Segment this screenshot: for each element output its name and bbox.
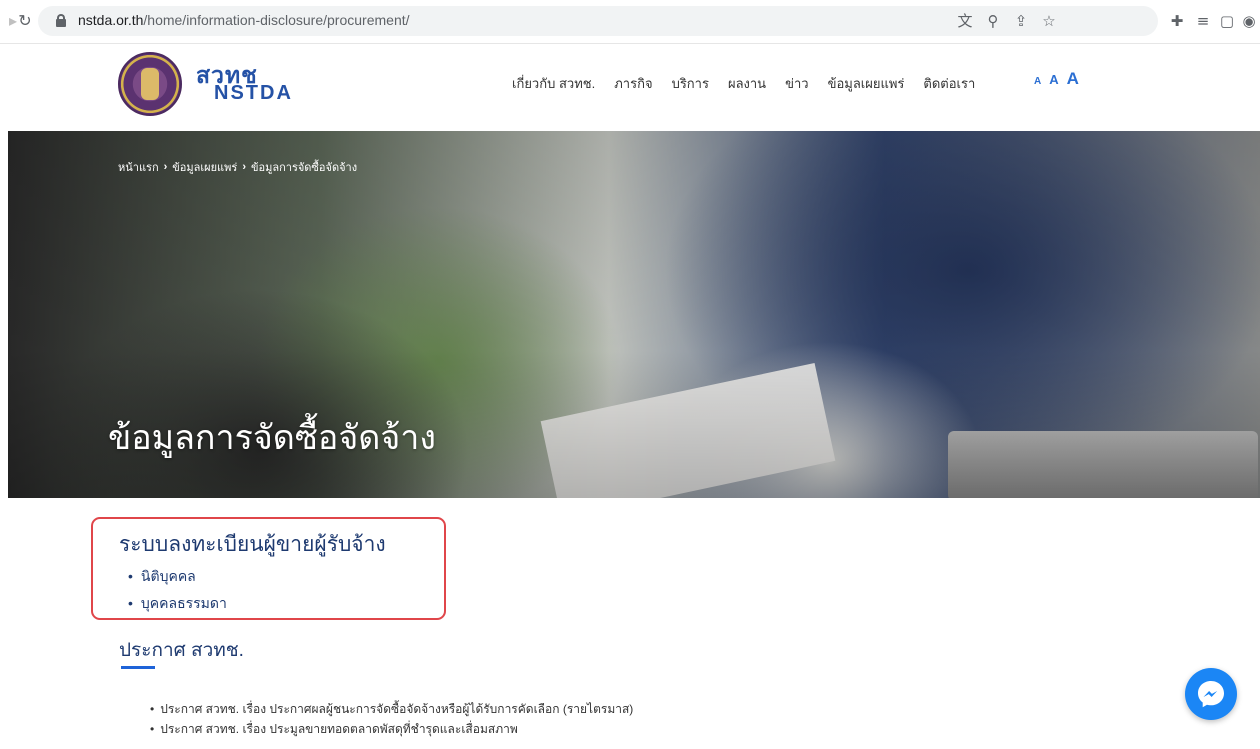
- announcement-item[interactable]: • ประกาศ สวทช. เรื่อง ประกาศผลผู้ชนะการจั…: [150, 700, 633, 719]
- bullet-icon: •: [150, 702, 155, 716]
- breadcrumb-current: ข้อมูลการจัดซื้อจัดจ้าง: [250, 162, 358, 174]
- breadcrumb: หน้าแรก › ข้อมูลเผยแพร่ › ข้อมูลการจัดซื…: [118, 158, 357, 176]
- share-icon[interactable]: ⇪: [1010, 10, 1032, 32]
- url-path: /home/information-disclosure/procurement…: [143, 12, 410, 28]
- translate-icon[interactable]: 文: [954, 10, 976, 32]
- vendor-registration-title: ระบบลงทะเบียนผู้ขายผู้รับจ้าง: [119, 533, 386, 556]
- breadcrumb-disclosure[interactable]: ข้อมูลเผยแพร่: [172, 158, 237, 176]
- font-size-medium-button[interactable]: A: [1049, 72, 1058, 87]
- bullet-icon: •: [128, 568, 133, 584]
- announcements-heading: ประกาศ สวทช.: [119, 640, 244, 661]
- font-size-small-button[interactable]: A: [1034, 76, 1041, 87]
- extensions-icon[interactable]: ✚: [1166, 10, 1188, 32]
- nstda-seal-logo[interactable]: [118, 52, 182, 116]
- zoom-icon[interactable]: ⚲: [982, 10, 1004, 32]
- font-size-large-button[interactable]: A: [1067, 69, 1079, 89]
- main-navigation: เกี่ยวกับ สวทช. ภารกิจ บริการ ผลงาน ข่าว…: [512, 73, 975, 94]
- url-text[interactable]: nstda.or.th/home/information-disclosure/…: [78, 12, 410, 28]
- url-host: nstda.or.th: [78, 12, 144, 28]
- register-juristic-person-link[interactable]: • นิติบุคคล: [128, 566, 196, 588]
- bullet-icon: •: [150, 722, 155, 736]
- hero-banner: หน้าแรก › ข้อมูลเผยแพร่ › ข้อมูลการจัดซื…: [8, 131, 1260, 498]
- messenger-chat-button[interactable]: [1185, 668, 1237, 720]
- nav-item-about[interactable]: เกี่ยวกับ สวทช.: [512, 73, 595, 94]
- nav-item-news[interactable]: ข่าว: [785, 73, 809, 94]
- bullet-icon: •: [128, 595, 133, 611]
- browser-toolbar: ▸ ↻ nstda.or.th/home/information-disclos…: [0, 0, 1260, 44]
- side-panel-icon[interactable]: ▢: [1216, 10, 1238, 32]
- lock-icon: [56, 14, 66, 27]
- nav-item-disclosure[interactable]: ข้อมูลเผยแพร่: [828, 73, 905, 94]
- site-header: สวทช NSTDA เกี่ยวกับ สวทช. ภารกิจ บริการ…: [0, 44, 1260, 131]
- page-title: ข้อมูลการจัดซื้อจัดจ้าง: [108, 419, 436, 457]
- messenger-icon: [1198, 681, 1224, 708]
- announcement-item[interactable]: • ประกาศ สวทช. เรื่อง ประมูลขายทอดตลาดพัส…: [150, 720, 518, 739]
- heading-underline: [121, 666, 155, 669]
- nav-item-works[interactable]: ผลงาน: [728, 73, 766, 94]
- register-individual-link[interactable]: • บุคคลธรรมดา: [128, 593, 227, 615]
- breadcrumb-separator-icon: ›: [163, 161, 168, 173]
- profile-avatar-icon[interactable]: ◉: [1238, 10, 1260, 32]
- reading-list-icon[interactable]: ≡: [1192, 10, 1214, 32]
- address-bar[interactable]: nstda.or.th/home/information-disclosure/…: [38, 6, 1158, 36]
- nstda-wordmark[interactable]: สวทช NSTDA: [196, 64, 293, 104]
- nav-item-contact[interactable]: ติดต่อเรา: [923, 73, 975, 94]
- breadcrumb-home[interactable]: หน้าแรก: [118, 158, 159, 176]
- logo-english-text: NSTDA: [214, 82, 293, 104]
- reload-icon[interactable]: ↻: [14, 10, 36, 32]
- bookmark-star-icon[interactable]: ☆: [1038, 10, 1060, 32]
- nav-item-mission[interactable]: ภารกิจ: [614, 73, 652, 94]
- nav-item-services[interactable]: บริการ: [672, 73, 709, 94]
- breadcrumb-separator-icon: ›: [242, 161, 246, 173]
- font-size-controls: A A A: [1034, 69, 1079, 89]
